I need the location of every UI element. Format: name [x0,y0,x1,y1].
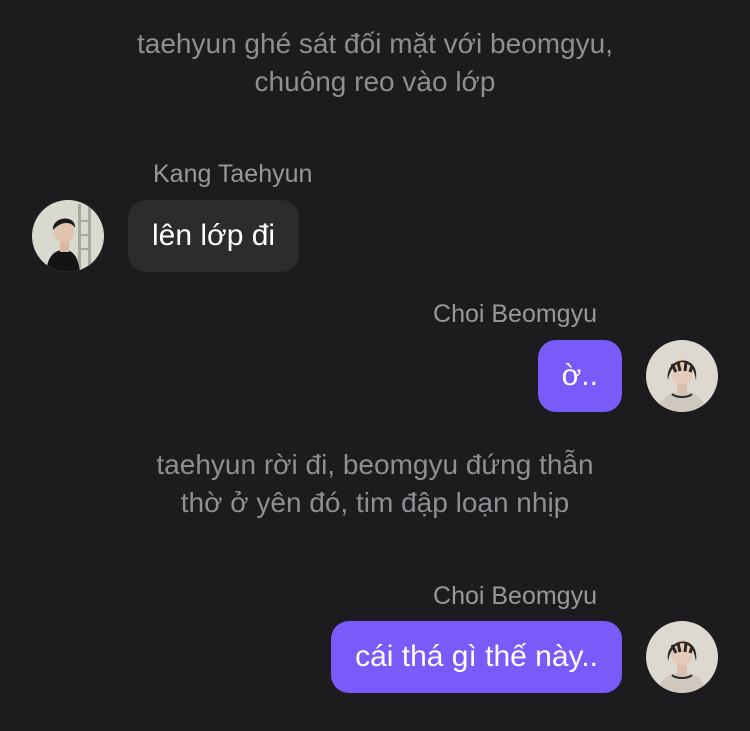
message-bubble[interactable]: lên lớp đi [128,200,300,272]
narration-line: taehyun ghé sát đối mặt với beomgyu, [137,28,613,59]
narration-line: taehyun rời đi, beomgyu đứng thẫn [156,449,594,480]
message-bubble[interactable]: ờ.. [537,340,622,412]
narration-line: thờ ở yên đó, tim đập loạn nhịp [180,487,570,518]
message-bubble[interactable]: cái thá gì thế này.. [331,621,622,693]
narration-text: taehyun rời đi, beomgyu đứng thẫn thờ ở … [0,446,750,522]
sender-name: Kang Taehyun [153,160,313,188]
taehyun-avatar[interactable] [32,200,104,272]
sender-name: Choi Beomgyu [433,300,597,328]
sender-name: Choi Beomgyu [433,582,597,610]
narration-line: chuông reo vào lớp [254,66,496,97]
narration-text: taehyun ghé sát đối mặt với beomgyu, chu… [0,25,750,101]
beomgyu-avatar[interactable] [646,340,718,412]
beomgyu-avatar[interactable] [646,621,718,693]
